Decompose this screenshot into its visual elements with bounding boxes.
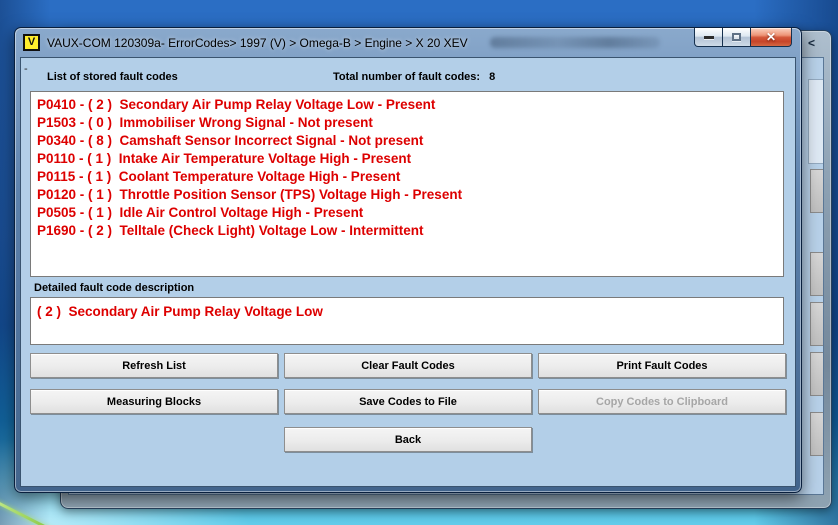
save-codes-button[interactable]: Save Codes to File — [284, 389, 532, 414]
clear-fault-codes-button[interactable]: Clear Fault Codes — [284, 353, 532, 378]
close-icon: ✕ — [765, 30, 777, 44]
minimize-button[interactable] — [694, 28, 723, 47]
total-codes-label: Total number of fault codes: 8 — [333, 71, 495, 83]
background-window-button — [810, 252, 823, 296]
fault-code-row[interactable]: P0505 - ( 1 ) Idle Air Control Voltage H… — [31, 204, 783, 222]
back-button[interactable]: Back — [284, 427, 532, 452]
fault-code-row[interactable]: P0340 - ( 8 ) Camshaft Sensor Incorrect … — [31, 132, 783, 150]
vaux-com-window: V VAUX-COM 120309a- ErrorCodes> 1997 (V)… — [14, 27, 802, 493]
minimize-icon — [703, 35, 714, 39]
background-window-button — [810, 169, 823, 213]
window-controls: ✕ — [694, 28, 792, 47]
app-icon[interactable]: V — [23, 34, 40, 51]
detail-header-label: Detailed fault code description — [34, 282, 195, 294]
fault-code-row[interactable]: P0410 - ( 2 ) Secondary Air Pump Relay V… — [31, 96, 783, 114]
background-window-button — [810, 302, 823, 346]
background-window-panel — [808, 79, 823, 164]
client-area: - List of stored fault codes Total numbe… — [20, 57, 796, 487]
fault-code-list[interactable]: P0410 - ( 2 ) Secondary Air Pump Relay V… — [30, 91, 784, 277]
measuring-blocks-button[interactable]: Measuring Blocks — [30, 389, 278, 414]
maximize-icon — [732, 33, 741, 41]
title-bar[interactable]: V VAUX-COM 120309a- ErrorCodes> 1997 (V)… — [15, 28, 801, 57]
fault-detail-text: ( 2 ) Secondary Air Pump Relay Voltage L… — [37, 304, 323, 319]
copy-codes-button: Copy Codes to Clipboard — [538, 389, 786, 414]
print-fault-codes-button[interactable]: Print Fault Codes — [538, 353, 786, 378]
total-codes-text: Total number of fault codes: — [333, 71, 481, 83]
window-title: VAUX-COM 120309a- ErrorCodes> 1997 (V) >… — [47, 35, 468, 50]
fault-detail-box: ( 2 ) Secondary Air Pump Relay Voltage L… — [30, 297, 784, 345]
refresh-list-button[interactable]: Refresh List — [30, 353, 278, 378]
fault-code-row[interactable]: P0115 - ( 1 ) Coolant Temperature Voltag… — [31, 168, 783, 186]
fault-code-row[interactable]: P1503 - ( 0 ) Immobiliser Wrong Signal -… — [31, 114, 783, 132]
close-button[interactable]: ✕ — [750, 28, 792, 47]
background-window-button — [810, 352, 823, 396]
total-codes-value: 8 — [489, 71, 496, 83]
fault-code-row[interactable]: P0120 - ( 1 ) Throttle Position Sensor (… — [31, 186, 783, 204]
fault-code-row[interactable]: P0110 - ( 1 ) Intake Air Temperature Vol… — [31, 150, 783, 168]
chevron-left-icon: < — [808, 36, 816, 50]
desktop: < V VAUX-COM 120309a- ErrorCodes> 1997 (… — [0, 0, 838, 525]
maximize-button[interactable] — [723, 28, 750, 47]
list-header-label: List of stored fault codes — [47, 71, 178, 83]
stray-mark: - — [24, 63, 28, 75]
fault-code-row[interactable]: P1690 - ( 2 ) Telltale (Check Light) Vol… — [31, 222, 783, 240]
titlebar-glass-reflection — [490, 37, 660, 48]
background-window-button — [810, 412, 823, 456]
